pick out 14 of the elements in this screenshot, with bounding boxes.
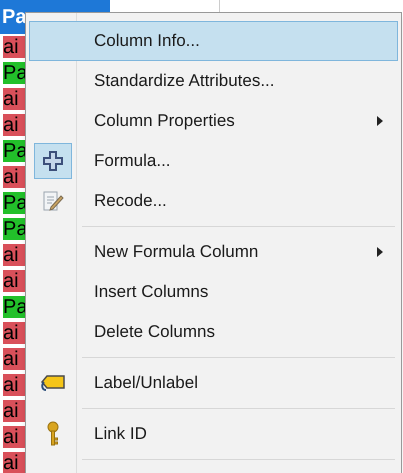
menu-item-label: Standardize Attributes... xyxy=(94,70,274,92)
plus-icon xyxy=(42,150,64,172)
menu-item-label: Link ID xyxy=(94,423,147,446)
menu-item-label: Column Info... xyxy=(94,30,200,52)
pencil-icon xyxy=(41,189,65,213)
menu-item-label: Recode... xyxy=(94,190,167,212)
menu-item-label: New Formula Column xyxy=(94,241,258,264)
menu-item-label: Column Properties xyxy=(94,110,235,132)
menu-item-label: Insert Columns xyxy=(94,281,208,304)
menu-item-label: Formula... xyxy=(94,150,171,172)
menu-item-label: Delete Columns xyxy=(94,321,215,344)
menu-item-label: Label/Unlabel xyxy=(94,372,198,394)
menu-item[interactable]: Column Info... xyxy=(29,21,398,61)
key-icon xyxy=(45,421,61,447)
